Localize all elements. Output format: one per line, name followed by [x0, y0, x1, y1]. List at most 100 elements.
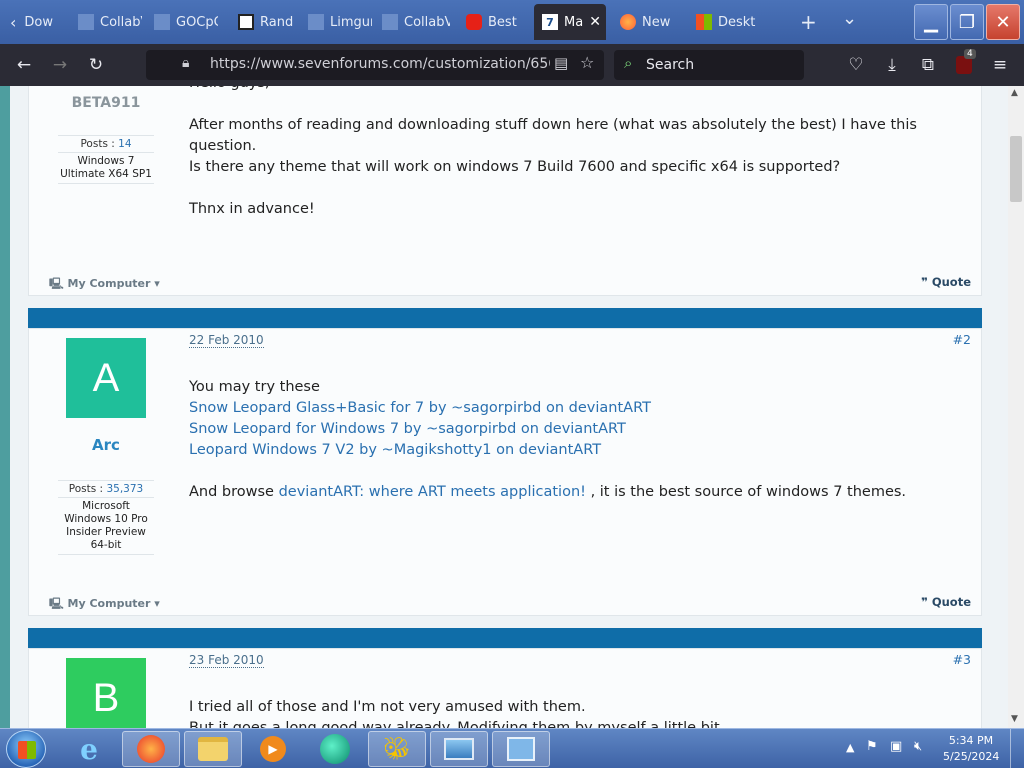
computer-icon: 🖳︎ — [49, 277, 64, 290]
scrollbar-thumb[interactable] — [1010, 136, 1022, 202]
tab-7-active[interactable]: 7 Ma ✕ — [534, 4, 606, 40]
menu-icon[interactable]: ≡ — [988, 53, 1012, 77]
theme-link[interactable]: Snow Leopard for Windows 7 by ~sagorpirb… — [189, 419, 906, 440]
post-body: I tried all of those and I'm not very am… — [189, 697, 720, 728]
page-icon — [78, 14, 94, 30]
search-placeholder: Search — [646, 57, 695, 73]
media-player-icon[interactable]: ▶ — [244, 731, 302, 767]
back-button[interactable]: ← — [12, 53, 36, 77]
reader-view-icon[interactable]: ▤ — [554, 54, 568, 72]
quote-button[interactable]: ❞ Quote — [921, 595, 971, 609]
internet-explorer-icon[interactable]: e — [60, 731, 118, 767]
post-line: Is there any theme that will work on win… — [189, 159, 841, 175]
quote-label: Quote — [931, 595, 971, 609]
download-icon[interactable]: ⤓ — [880, 53, 904, 77]
navigation-toolbar: ← → ↻ ⛉ 🔒︎ https://www.sevenforums.com/c… — [0, 44, 1024, 86]
pocket-icon[interactable]: ♡ — [844, 53, 868, 77]
post-line: And browse deviantART: where ART meets a… — [189, 482, 906, 503]
reload-icon: ↻ — [88, 55, 104, 75]
action-center-flag-icon[interactable]: ⚑ — [866, 739, 878, 754]
page-scrollbar[interactable]: ▲ ▼ — [1008, 86, 1024, 728]
minimize-button[interactable]: ▁ — [914, 4, 948, 40]
tab-label: GOCpGM — [176, 14, 218, 30]
taskbar: e ▶ 🐝︎ ▲ ⚑ ▣ 🔇︎ 5:34 PM 5/25/2024 — [0, 728, 1024, 769]
post-date: 22 Feb 2010 — [189, 333, 264, 348]
firefox-icon — [620, 14, 636, 30]
stats-value[interactable]: 14 — [118, 138, 131, 150]
control-panel-icon[interactable] — [492, 731, 550, 767]
close-icon: ✕ — [995, 11, 1011, 33]
tab-0[interactable]: ‹ Dow — [2, 4, 68, 40]
scroll-up-icon[interactable]: ▲ — [1011, 88, 1018, 98]
tab-1[interactable]: CollabVM — [70, 4, 142, 40]
computer-icon: 🖳︎ — [49, 597, 64, 610]
stats-label: Posts : — [80, 138, 115, 150]
tab-label: Ma — [564, 14, 584, 30]
username[interactable]: BETA911 — [29, 95, 183, 111]
avatar[interactable]: B — [66, 658, 146, 728]
forward-button[interactable]: → — [48, 53, 72, 77]
network-icon[interactable]: ▣ — [890, 739, 902, 754]
user-pane: BETA911 Posts : 14 Windows 7 Ultimate X6… — [29, 86, 183, 184]
search-input[interactable]: ⌕ Search — [614, 50, 804, 80]
tab-3[interactable]: Rand — [230, 4, 296, 40]
picture-viewer-icon[interactable] — [430, 731, 488, 767]
clock-time: 5:34 PM — [948, 734, 994, 747]
tab-6[interactable]: Best — [458, 4, 530, 40]
extensions-icon[interactable]: ⧉ — [916, 53, 940, 77]
my-computer-toggle[interactable]: 🖳︎ My Computer ▾ — [49, 595, 160, 614]
clock-date: 5/25/2024 — [943, 750, 1000, 763]
quote-button[interactable]: ❞ Quote — [921, 275, 971, 289]
close-window-button[interactable]: ✕ — [986, 4, 1020, 40]
system-clock[interactable]: 5:34 PM 5/25/2024 — [943, 733, 999, 765]
theme-link[interactable]: Snow Leopard Glass+Basic for 7 by ~sagor… — [189, 398, 906, 419]
green-app-icon[interactable] — [306, 731, 364, 767]
scroll-down-icon[interactable]: ▼ — [1011, 714, 1018, 724]
post-number-link[interactable]: #2 — [953, 332, 971, 347]
bookmark-star-icon[interactable]: ☆ — [580, 53, 594, 72]
tab-5[interactable]: CollabVM — [374, 4, 450, 40]
post-body: Hello guys, After months of reading and … — [189, 86, 981, 220]
browse-prefix: And browse — [189, 484, 274, 500]
avatar[interactable]: A — [66, 338, 146, 418]
tab-4[interactable]: Limgunc — [300, 4, 372, 40]
tab-9[interactable]: Deskt — [688, 4, 774, 40]
explorer-folder-icon[interactable] — [184, 731, 242, 767]
restore-button[interactable]: ❐ — [950, 4, 984, 40]
reload-button[interactable]: ↻ — [84, 53, 108, 77]
tab-label: Limgunc — [330, 14, 372, 30]
post-header — [28, 628, 982, 648]
theme-link[interactable]: Leopard Windows 7 V2 by ~Magikshotty1 on… — [189, 440, 906, 461]
sevenforums-icon: 7 — [542, 14, 558, 30]
chevron-left-icon: ‹ — [10, 12, 17, 32]
extension-badge: 4 — [964, 49, 976, 59]
search-icon: ⌕ — [624, 54, 633, 72]
ublock-icon[interactable]: 4 — [952, 49, 976, 77]
url-bar[interactable]: 🔒︎ https://www.sevenforums.com/customiza… — [146, 50, 604, 80]
username[interactable]: Arc — [29, 436, 183, 454]
avatar-letter: A — [92, 355, 120, 400]
bee-app-icon[interactable]: 🐝︎ — [368, 731, 426, 767]
new-tab-button[interactable]: + — [800, 10, 817, 34]
user-system: Microsoft Windows 10 Pro Insider Preview… — [58, 498, 154, 555]
tab-list-button[interactable]: ⌄ — [842, 8, 857, 29]
firefox-taskbar-icon[interactable] — [122, 731, 180, 767]
deviantart-link[interactable]: deviantART: where ART meets application! — [279, 484, 586, 500]
stats-value[interactable]: 35,373 — [106, 483, 143, 495]
post-number-link[interactable]: #3 — [953, 652, 971, 667]
start-button[interactable] — [6, 730, 46, 768]
chevron-down-icon: ▾ — [154, 597, 160, 610]
tab-2[interactable]: GOCpGM — [146, 4, 218, 40]
tab-8[interactable]: New — [612, 4, 684, 40]
close-icon[interactable]: ✕ — [589, 14, 601, 30]
windows-icon — [696, 14, 712, 30]
show-hidden-icons-button[interactable]: ▲ — [846, 741, 854, 754]
restore-icon: ❐ — [958, 11, 976, 33]
volume-muted-icon[interactable]: 🔇︎ — [914, 739, 922, 754]
lock-icon: 🔒︎ — [182, 55, 190, 71]
my-computer-toggle[interactable]: 🖳︎ My Computer ▾ — [49, 275, 160, 294]
post-line: You may try these — [189, 379, 320, 395]
post-line: Thnx in advance! — [189, 201, 315, 217]
tab-label: CollabVM — [404, 14, 450, 30]
show-desktop-button[interactable] — [1010, 729, 1024, 769]
